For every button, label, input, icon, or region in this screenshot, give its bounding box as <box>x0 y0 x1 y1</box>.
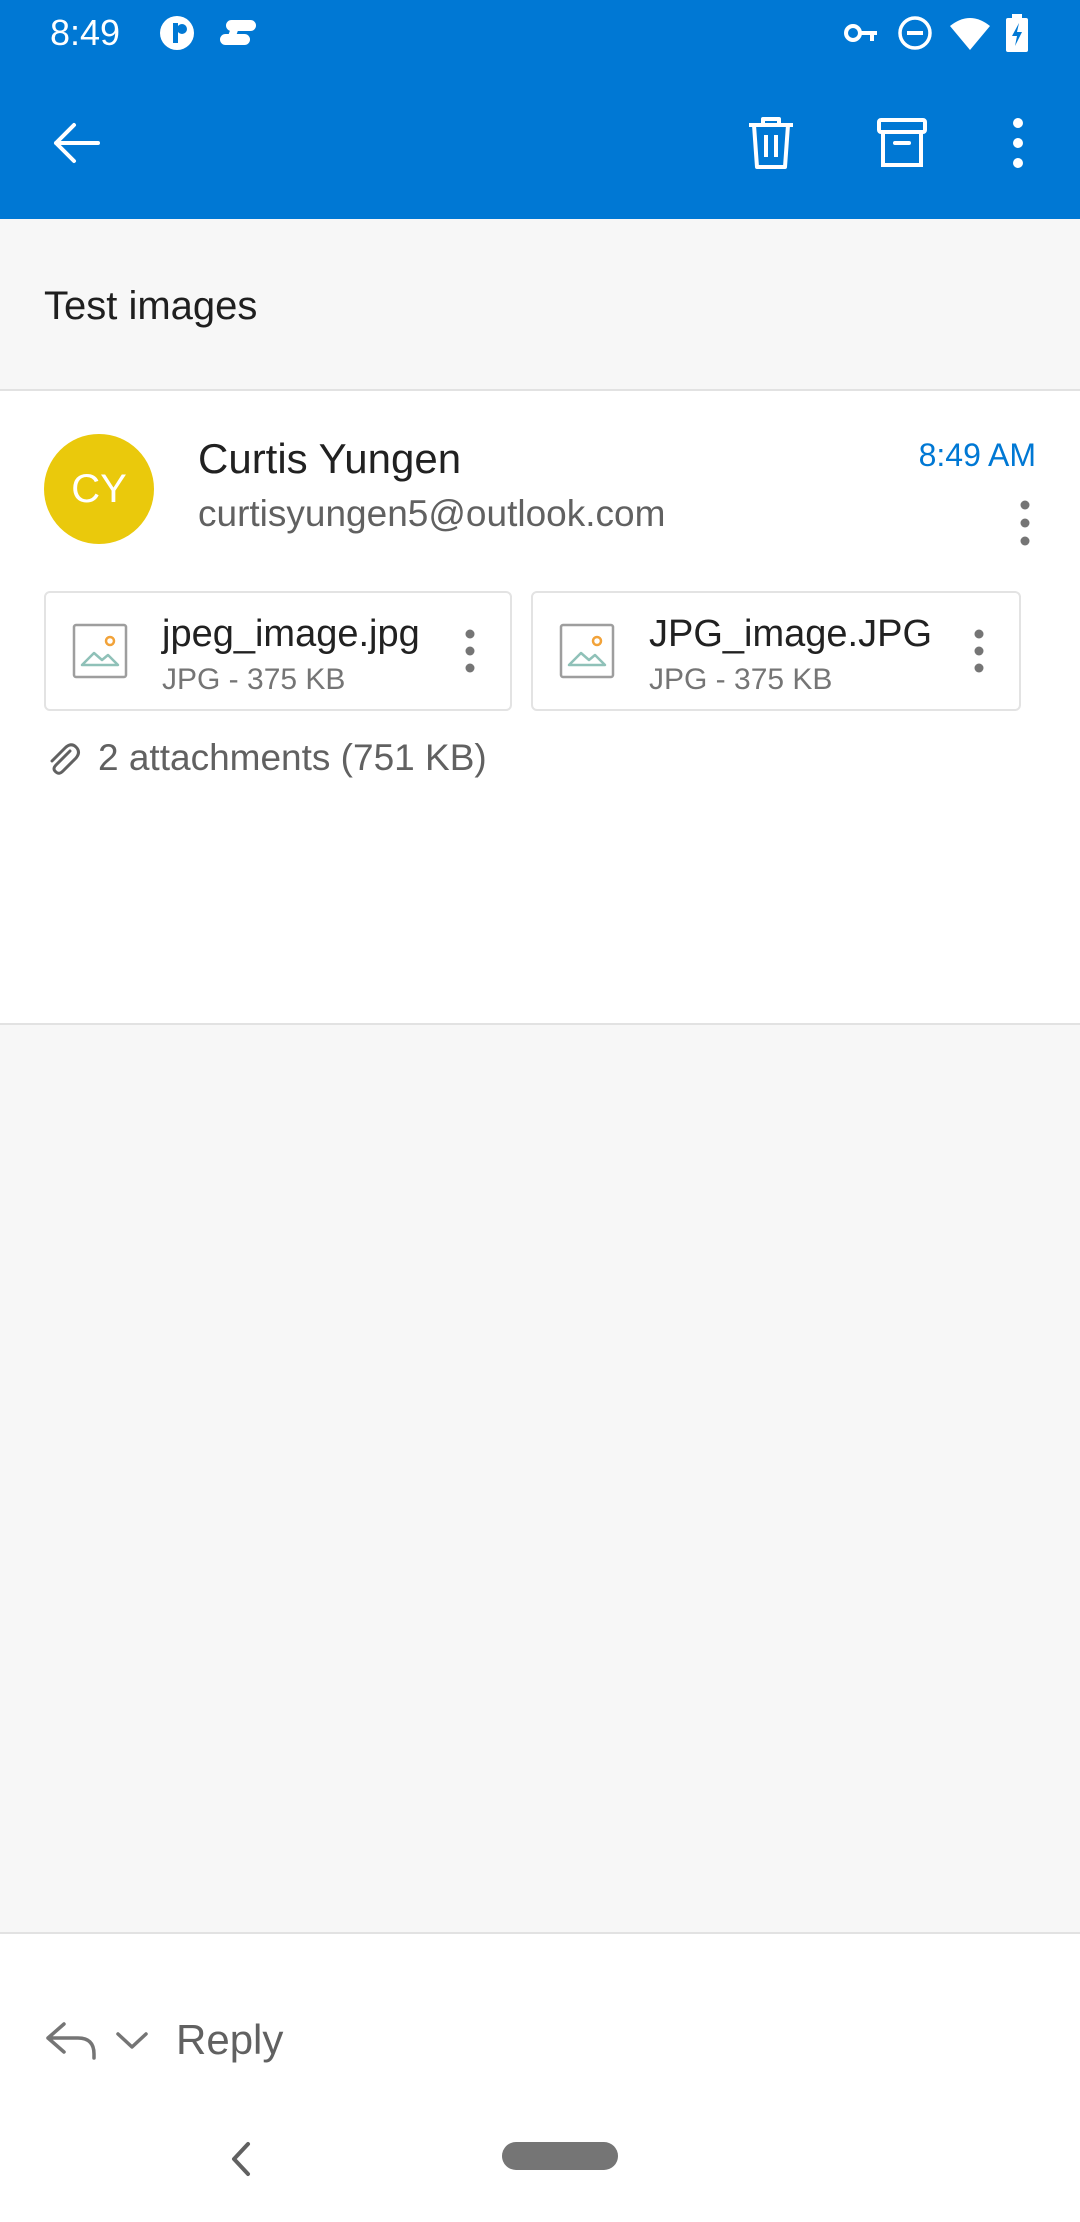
message-more-button[interactable] <box>1000 483 1050 563</box>
attachments-summary-text: 2 attachments (751 KB) <box>98 737 487 778</box>
avatar[interactable]: CY <box>44 434 154 544</box>
subject-bar: Test images <box>0 219 1080 391</box>
delete-button[interactable] <box>723 95 819 191</box>
reply-button[interactable]: Reply <box>44 1990 283 2090</box>
battery-charging-icon <box>1006 14 1028 52</box>
email-subject: Test images <box>44 284 258 328</box>
attachment-meta: JPG - 375 KB <box>162 663 346 696</box>
vpn-key-icon <box>844 24 877 42</box>
status-bar: 8:49 <box>0 0 1080 66</box>
do-not-disturb-icon <box>898 16 932 50</box>
more-vert-icon <box>974 629 984 673</box>
nav-back-icon[interactable] <box>220 2134 260 2184</box>
top-app-area: 8:49 <box>0 0 1080 219</box>
reply-bar: Reply <box>0 1932 1080 2222</box>
image-file-icon <box>72 623 128 679</box>
attachment-card[interactable]: jpeg_image.jpg JPG - 375 KB <box>44 591 512 711</box>
attachments-summary[interactable]: 2 attachments (751 KB) <box>44 733 487 783</box>
archive-button[interactable] <box>854 95 950 191</box>
chevron-down-icon[interactable] <box>114 2028 150 2052</box>
app-notification-icon-2 <box>220 20 256 45</box>
attachment-card[interactable]: JPG_image.JPG JPG - 375 KB <box>531 591 1021 711</box>
back-button[interactable] <box>28 95 124 191</box>
attachment-more-button[interactable] <box>450 617 490 685</box>
sender-email[interactable]: curtisyungen5@outlook.com <box>198 491 665 537</box>
message-time: 8:49 AM <box>918 437 1036 473</box>
wifi-icon <box>950 18 990 50</box>
attachment-name: jpeg_image.jpg <box>162 613 420 655</box>
more-vert-icon <box>1013 118 1023 168</box>
paperclip-icon <box>50 743 80 775</box>
trash-icon <box>749 117 793 169</box>
attachment-more-button[interactable] <box>959 617 999 685</box>
status-time: 8:49 <box>50 12 121 53</box>
attachment-name: JPG_image.JPG <box>649 613 932 655</box>
nav-home-pill[interactable] <box>502 2142 618 2170</box>
attachment-meta: JPG - 375 KB <box>649 663 833 696</box>
more-vert-icon <box>1020 500 1030 546</box>
archive-icon <box>877 118 927 167</box>
more-options-button[interactable] <box>970 95 1066 191</box>
message-card: CY Curtis Yungen curtisyungen5@outlook.c… <box>0 391 1080 1025</box>
reply-label: Reply <box>176 2016 284 2063</box>
app-notification-icon <box>160 16 194 50</box>
sender-name[interactable]: Curtis Yungen <box>198 433 461 485</box>
reply-icon <box>46 2022 96 2060</box>
image-file-icon <box>559 623 615 679</box>
arrow-left-icon <box>54 123 100 163</box>
more-vert-icon <box>465 629 475 673</box>
